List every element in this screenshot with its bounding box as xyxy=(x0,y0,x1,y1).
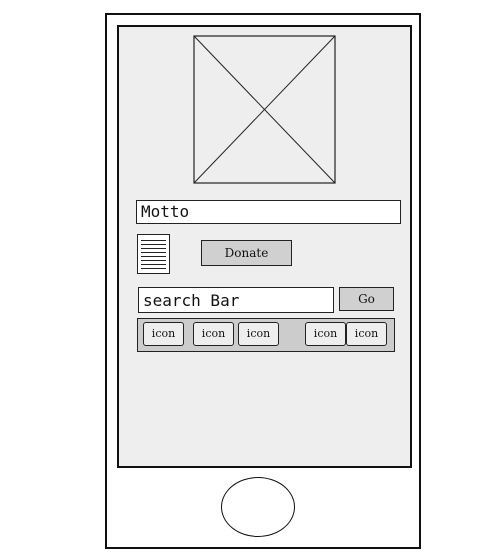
phone-frame: Motto Donate Go icon icon icon icon icon xyxy=(105,13,421,549)
image-placeholder xyxy=(193,35,336,184)
icon-button-4[interactable]: icon xyxy=(305,322,346,346)
donate-button[interactable]: Donate xyxy=(201,240,292,266)
home-button[interactable] xyxy=(221,477,295,537)
phone-screen: Motto Donate Go icon icon icon icon icon xyxy=(117,25,412,468)
search-input[interactable] xyxy=(138,287,334,313)
go-button[interactable]: Go xyxy=(339,287,394,311)
icon-button-3[interactable]: icon xyxy=(238,322,279,346)
document-icon[interactable] xyxy=(137,234,170,274)
icon-button-2[interactable]: icon xyxy=(193,322,234,346)
icon-bar: icon icon icon icon icon xyxy=(137,318,395,352)
icon-button-5[interactable]: icon xyxy=(346,322,387,346)
motto-field[interactable]: Motto xyxy=(136,200,401,224)
icon-button-1[interactable]: icon xyxy=(143,322,184,346)
